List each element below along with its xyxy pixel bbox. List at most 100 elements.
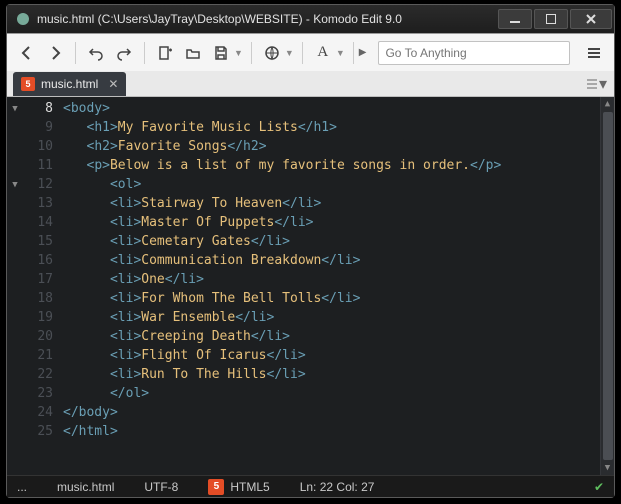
new-file-button[interactable] (153, 41, 177, 65)
code-line[interactable]: <li>Communication Breakdown</li> (63, 251, 600, 270)
maximize-button[interactable] (534, 9, 568, 29)
fold-marker[interactable] (7, 270, 23, 289)
fold-marker[interactable] (7, 365, 23, 384)
line-number[interactable]: 8 (23, 99, 53, 118)
app-window: music.html (C:\Users\JayTray\Desktop\WEB… (6, 4, 615, 498)
fold-marker[interactable] (7, 213, 23, 232)
code-line[interactable]: <li>Cemetary Gates</li> (63, 232, 600, 251)
code-line[interactable]: <li>One</li> (63, 270, 600, 289)
fold-marker[interactable] (7, 251, 23, 270)
status-doctype[interactable]: 5 HTML5 (208, 479, 269, 495)
line-number[interactable]: 24 (23, 403, 53, 422)
fold-marker[interactable] (7, 289, 23, 308)
line-number[interactable]: 14 (23, 213, 53, 232)
open-file-button[interactable] (181, 41, 205, 65)
check-icon[interactable]: ✔ (594, 480, 604, 494)
code-line[interactable]: </body> (63, 403, 600, 422)
scroll-up-icon[interactable]: ▲ (601, 97, 614, 111)
fold-marker[interactable] (7, 156, 23, 175)
line-number[interactable]: 22 (23, 365, 53, 384)
scroll-thumb[interactable] (603, 112, 613, 460)
code-line[interactable]: <li>War Ensemble</li> (63, 308, 600, 327)
code-editor[interactable]: ▼▼ 8910111213141516171819202122232425 <b… (7, 97, 614, 475)
undo-button[interactable] (84, 41, 108, 65)
globe-button[interactable] (260, 41, 284, 65)
line-number[interactable]: 10 (23, 137, 53, 156)
separator (302, 42, 303, 64)
line-number[interactable]: 13 (23, 194, 53, 213)
fold-marker[interactable]: ▼ (7, 99, 23, 118)
code-line[interactable]: <h1>My Favorite Music Lists</h1> (63, 118, 600, 137)
status-dots[interactable]: ... (17, 480, 27, 494)
goto-input[interactable] (378, 41, 570, 65)
forward-button[interactable] (43, 41, 67, 65)
code-line[interactable]: <li>Stairway To Heaven</li> (63, 194, 600, 213)
line-number[interactable]: 17 (23, 270, 53, 289)
tab-label: music.html (41, 77, 98, 91)
status-bar: ... music.html UTF-8 5 HTML5 Ln: 22 Col:… (7, 475, 614, 497)
line-number[interactable]: 18 (23, 289, 53, 308)
status-encoding[interactable]: UTF-8 (144, 480, 178, 494)
line-number[interactable]: 12 (23, 175, 53, 194)
code-line[interactable]: <ol> (63, 175, 600, 194)
status-position[interactable]: Ln: 22 Col: 27 (300, 480, 375, 494)
line-number[interactable]: 15 (23, 232, 53, 251)
code-line[interactable]: <li>Creeping Death</li> (63, 327, 600, 346)
minimize-button[interactable] (498, 9, 532, 29)
close-tab-icon[interactable]: ✕ (108, 77, 118, 91)
fold-marker[interactable] (7, 384, 23, 403)
fold-marker[interactable] (7, 118, 23, 137)
line-number-gutter[interactable]: 8910111213141516171819202122232425 (23, 97, 59, 475)
chevron-down-icon[interactable]: ▼ (234, 48, 243, 58)
code-line[interactable]: <li>Master Of Puppets</li> (63, 213, 600, 232)
fold-marker[interactable] (7, 232, 23, 251)
code-line[interactable]: <li>For Whom The Bell Tolls</li> (63, 289, 600, 308)
line-number[interactable]: 9 (23, 118, 53, 137)
fold-marker[interactable] (7, 327, 23, 346)
code-line[interactable]: <p>Below is a list of my favorite songs … (63, 156, 600, 175)
fold-marker[interactable] (7, 308, 23, 327)
fold-marker[interactable] (7, 422, 23, 441)
tab-list-button[interactable]: ▾ (584, 72, 608, 96)
line-number[interactable]: 25 (23, 422, 53, 441)
menu-button[interactable] (582, 41, 606, 65)
vertical-scrollbar[interactable]: ▲ ▼ (600, 97, 614, 475)
close-button[interactable] (570, 9, 612, 29)
code-line[interactable]: </ol> (63, 384, 600, 403)
save-button[interactable] (209, 41, 233, 65)
line-number[interactable]: 21 (23, 346, 53, 365)
chevron-down-icon[interactable]: ▼ (285, 48, 294, 58)
separator (251, 42, 252, 64)
status-file[interactable]: music.html (57, 480, 114, 494)
html5-icon: 5 (208, 479, 224, 495)
fold-marker[interactable] (7, 403, 23, 422)
font-button[interactable]: A (311, 41, 335, 65)
line-number[interactable]: 16 (23, 251, 53, 270)
titlebar[interactable]: music.html (C:\Users\JayTray\Desktop\WEB… (7, 5, 614, 33)
scroll-down-icon[interactable]: ▼ (601, 461, 614, 475)
line-number[interactable]: 19 (23, 308, 53, 327)
line-number[interactable]: 20 (23, 327, 53, 346)
back-button[interactable] (15, 41, 39, 65)
fold-marker[interactable]: ▼ (7, 175, 23, 194)
chevron-down-icon[interactable]: ▼ (336, 48, 345, 58)
code-line[interactable]: <body> (63, 99, 600, 118)
html5-icon: 5 (21, 77, 35, 91)
code-area[interactable]: <body> <h1>My Favorite Music Lists</h1> … (59, 97, 600, 475)
code-line[interactable]: <h2>Favorite Songs</h2> (63, 137, 600, 156)
fold-marker[interactable] (7, 137, 23, 156)
fold-column[interactable]: ▼▼ (7, 97, 23, 475)
code-line[interactable]: </html> (63, 422, 600, 441)
code-line[interactable]: <li>Run To The Hills</li> (63, 365, 600, 384)
file-tab[interactable]: 5 music.html ✕ (13, 72, 126, 96)
play-icon[interactable]: ▶ (359, 47, 367, 58)
redo-button[interactable] (112, 41, 136, 65)
code-line[interactable]: <li>Flight Of Icarus</li> (63, 346, 600, 365)
line-number[interactable]: 11 (23, 156, 53, 175)
fold-marker[interactable] (7, 194, 23, 213)
window-title: music.html (C:\Users\JayTray\Desktop\WEB… (37, 12, 496, 26)
fold-marker[interactable] (7, 346, 23, 365)
separator (144, 42, 145, 64)
line-number[interactable]: 23 (23, 384, 53, 403)
toolbar: ▼ ▼ A▼ ▶ (7, 33, 614, 71)
